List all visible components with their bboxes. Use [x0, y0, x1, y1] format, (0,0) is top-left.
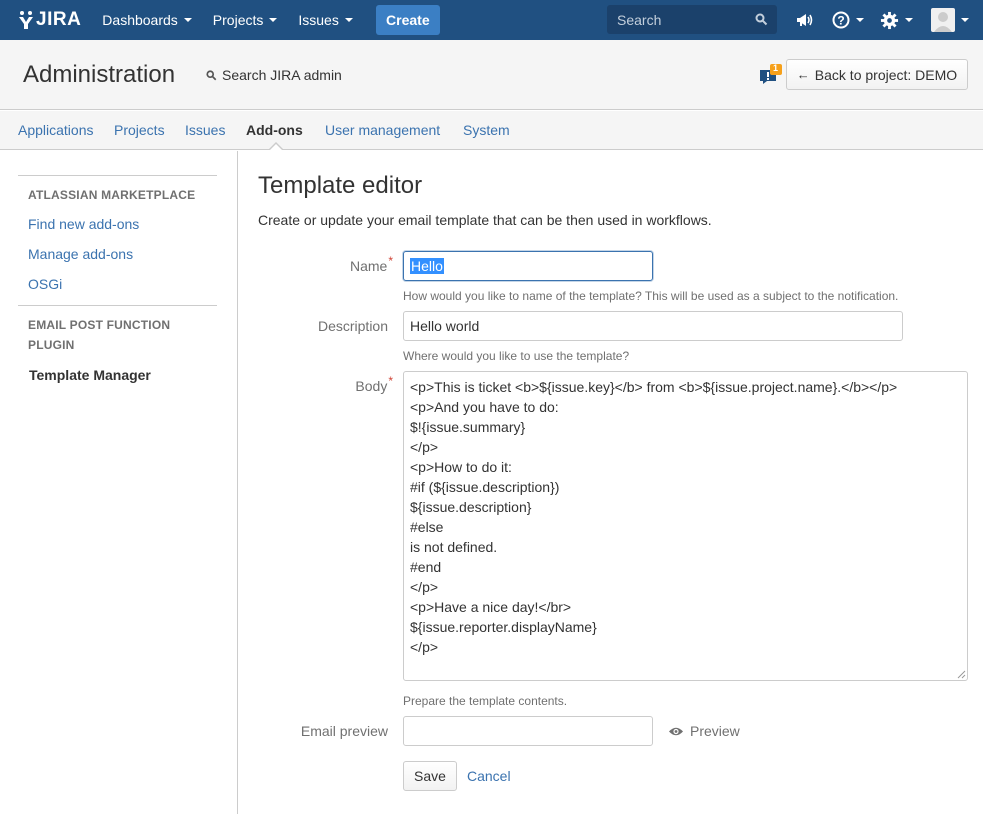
tab-system[interactable]: System	[463, 122, 510, 138]
email-preview-field[interactable]	[403, 716, 653, 746]
back-to-project-button[interactable]: ← Back to project: DEMO	[786, 59, 968, 90]
tab-user-management[interactable]: User management	[325, 122, 440, 138]
tab-applications[interactable]: Applications	[18, 122, 94, 138]
help-menu[interactable]: ?	[832, 0, 864, 40]
cancel-link[interactable]: Cancel	[467, 768, 511, 784]
sidebar-divider	[18, 175, 217, 176]
arrow-left-icon: ←	[796, 67, 810, 82]
gear-icon	[880, 11, 899, 29]
megaphone-icon	[797, 14, 813, 26]
quick-search[interactable]	[607, 5, 777, 34]
nav-dashboards-label: Dashboards	[102, 12, 178, 28]
tab-projects[interactable]: Projects	[114, 122, 165, 138]
back-to-project-label: Back to project: DEMO	[814, 66, 958, 83]
help-icon: ?	[832, 11, 850, 29]
top-navigation-bar: JIRA Dashboards Projects Issues Create ?	[0, 0, 983, 40]
email-preview-label: Email preview	[300, 723, 388, 739]
page-title: Administration	[23, 61, 176, 88]
admin-search-link[interactable]: Search JIRA admin	[206, 67, 342, 83]
body-label-text: Body	[355, 378, 388, 394]
body-hint: Prepare the template contents.	[403, 694, 568, 708]
name-field-value: Hello	[410, 258, 444, 274]
sidebar-heading-email-post-function-line2: PLUGIN	[28, 338, 75, 352]
body-label: Body*	[300, 374, 393, 394]
chevron-down-icon	[183, 18, 192, 22]
eye-icon	[669, 727, 683, 735]
jira-logo-icon	[19, 11, 33, 29]
chevron-down-icon	[344, 18, 353, 22]
body-textarea[interactable]: <p>This is ticket <b>${issue.key}</b> fr…	[403, 371, 968, 681]
notification-count-badge: 1	[773, 63, 779, 73]
create-button[interactable]: Create	[375, 5, 440, 35]
required-asterisk: *	[388, 374, 393, 388]
description-hint: Where would you like to use the template…	[403, 349, 630, 363]
tab-issues[interactable]: Issues	[185, 122, 225, 138]
avatar-icon	[931, 8, 955, 32]
notifications-button[interactable]	[796, 0, 814, 40]
jira-logo[interactable]: JIRA	[18, 9, 81, 31]
admin-header: Administration Search JIRA admin 1 ← Bac…	[0, 40, 983, 110]
nav-dashboards-menu[interactable]: Dashboards	[102, 12, 192, 28]
chevron-down-icon	[856, 18, 864, 22]
description-label: Description	[317, 318, 388, 334]
description-field[interactable]: Hello world	[403, 311, 903, 341]
chevron-down-icon	[961, 18, 969, 22]
sidebar-divider	[18, 305, 217, 306]
search-icon[interactable]	[755, 13, 768, 26]
sidebar-item-find-new-add-ons[interactable]: Find new add-ons	[28, 216, 139, 232]
search-icon	[206, 69, 217, 80]
sidebar-heading-marketplace: ATLASSIAN MARKETPLACE	[28, 188, 196, 202]
sidebar-item-template-manager[interactable]: Template Manager	[29, 367, 151, 383]
preview-label: Preview	[690, 723, 740, 739]
logo-text: JIRA	[36, 9, 82, 30]
name-hint: How would you like to name of the templa…	[403, 289, 899, 303]
sidebar-item-manage-add-ons[interactable]: Manage add-ons	[28, 246, 133, 262]
nav-issues-menu[interactable]: Issues	[298, 12, 353, 28]
active-tab-indicator-fill	[269, 144, 283, 151]
tab-add-ons[interactable]: Add-ons	[246, 122, 303, 138]
admin-search-label: Search JIRA admin	[222, 67, 342, 83]
admin-notification-button[interactable]: 1	[759, 63, 783, 89]
preview-button[interactable]: Preview	[668, 723, 740, 739]
speech-bubble-alert-icon	[760, 64, 782, 84]
resize-handle-icon[interactable]	[957, 670, 966, 679]
form-description: Create or update your email template tha…	[258, 212, 712, 228]
save-button[interactable]: Save	[403, 761, 457, 791]
nav-issues-label: Issues	[298, 12, 339, 28]
form-heading: Template editor	[258, 172, 423, 199]
admin-settings-menu[interactable]	[880, 0, 913, 40]
nav-projects-label: Projects	[212, 12, 264, 28]
quick-search-input[interactable]	[617, 11, 757, 28]
admin-tabs: Applications Projects Issues Add-ons Use…	[0, 111, 983, 150]
user-profile-menu[interactable]	[931, 0, 969, 40]
svg-text:?: ?	[837, 14, 844, 28]
name-label-text: Name	[349, 258, 388, 274]
required-asterisk: *	[388, 254, 393, 268]
nav-projects-menu[interactable]: Projects	[213, 12, 278, 28]
description-field-value: Hello world	[410, 318, 480, 334]
sidebar-item-osgi[interactable]: OSGi	[28, 276, 62, 292]
chevron-down-icon	[905, 18, 913, 22]
name-field[interactable]: Hello	[403, 251, 653, 281]
admin-sidebar: ATLASSIAN MARKETPLACE Find new add-ons M…	[0, 151, 238, 814]
name-label: Name*	[300, 254, 393, 274]
chevron-down-icon	[269, 18, 278, 22]
sidebar-heading-email-post-function-line1: EMAIL POST FUNCTION	[28, 318, 171, 332]
